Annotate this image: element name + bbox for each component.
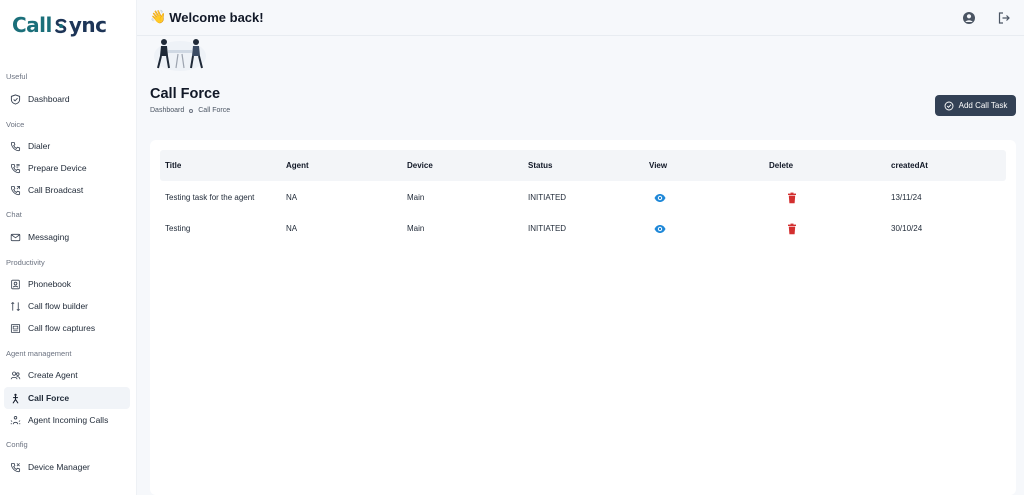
breadcrumb-separator-icon (189, 108, 194, 113)
header-illustration (152, 36, 208, 72)
breadcrumb-item-dashboard[interactable]: Dashboard (150, 107, 184, 114)
cell-agent: NA (286, 193, 298, 202)
section-label-productivity: Productivity (6, 258, 45, 267)
add-task-icon (944, 101, 954, 110)
welcome-message: 👋 Welcome back! (150, 9, 264, 25)
column-header-view: View (649, 161, 668, 170)
logo-s-mark-icon (53, 16, 69, 34)
app-logo[interactable]: Call ync (12, 10, 107, 40)
cell-device: Main (407, 224, 425, 233)
logo-text-sync: ync (68, 13, 107, 37)
sidebar: Call ync Useful Dashboard Voice Dialer P… (0, 0, 137, 495)
sidebar-item-label: Call flow builder (28, 301, 88, 311)
section-label-voice: Voice (6, 120, 25, 129)
wave-icon: 👋 (150, 9, 167, 24)
cell-created-at: 13/11/24 (891, 193, 922, 202)
welcome-text: Welcome back! (169, 9, 264, 25)
breadcrumb-item-current: Call Force (198, 107, 231, 114)
section-label-agent-management: Agent management (6, 349, 72, 358)
column-header-created-at: createdAt (891, 161, 928, 170)
column-header-device: Device (407, 161, 433, 170)
agents-icon (9, 369, 21, 381)
section-label-useful: Useful (6, 72, 28, 81)
sidebar-item-prepare-device[interactable]: Prepare Device (4, 157, 130, 179)
view-eye-icon[interactable] (654, 222, 666, 234)
cell-title: Testing task for the agent (165, 193, 255, 202)
section-label-chat: Chat (6, 210, 22, 219)
column-header-title: Title (165, 161, 182, 170)
sidebar-item-label: Prepare Device (28, 163, 87, 173)
flow-icon (9, 300, 21, 312)
person-force-icon (9, 392, 21, 404)
sidebar-item-agent-incoming-calls[interactable]: Agent Incoming Calls (4, 409, 130, 431)
sidebar-item-phonebook[interactable]: Phonebook (4, 273, 130, 295)
shield-check-icon (9, 93, 21, 105)
cell-title: Testing (165, 224, 191, 233)
capture-icon (9, 322, 21, 334)
sidebar-item-label: Call Broadcast (28, 185, 84, 195)
breadcrumb: Dashboard Call Force (150, 107, 230, 114)
sidebar-item-messaging[interactable]: Messaging (4, 226, 130, 248)
phone-icon (9, 140, 21, 152)
sidebar-item-label: Dashboard (28, 94, 70, 104)
add-call-task-button[interactable]: Add Call Task (935, 95, 1016, 116)
phone-device-icon (9, 461, 21, 473)
section-label-config: Config (6, 440, 28, 449)
cell-agent: NA (286, 224, 298, 233)
sidebar-item-dialer[interactable]: Dialer (4, 135, 130, 157)
cell-device: Main (407, 193, 425, 202)
sidebar-item-label: Phonebook (28, 279, 72, 289)
sidebar-item-device-manager[interactable]: Device Manager (4, 456, 130, 478)
column-header-status: Status (528, 161, 553, 170)
sidebar-item-create-agent[interactable]: Create Agent (4, 364, 130, 386)
table-header: Title Agent Device Status View Delete cr… (160, 150, 1006, 181)
delete-trash-icon[interactable] (786, 222, 798, 235)
page-title: Call Force (150, 86, 221, 102)
view-eye-icon[interactable] (654, 191, 666, 203)
sidebar-item-call-flow-captures[interactable]: Call flow captures (4, 317, 130, 339)
phone-config-icon (9, 162, 21, 174)
sidebar-item-label: Agent Incoming Calls (28, 415, 109, 425)
sidebar-item-label: Call flow captures (28, 323, 96, 333)
column-header-agent: Agent (286, 161, 309, 170)
sidebar-item-label: Device Manager (28, 462, 90, 472)
cell-created-at: 30/10/24 (891, 224, 923, 233)
sidebar-item-label: Call Force (28, 393, 70, 403)
phone-broadcast-icon (9, 184, 21, 196)
add-call-task-label: Add Call Task (958, 101, 1008, 110)
logout-icon[interactable] (997, 11, 1011, 25)
user-account-icon[interactable] (962, 11, 976, 25)
sidebar-item-label: Create Agent (28, 370, 78, 380)
logo-text-call: Call (12, 13, 52, 37)
delete-trash-icon[interactable] (786, 191, 798, 204)
cell-status: INITIATED (528, 193, 567, 202)
sidebar-item-dashboard[interactable]: Dashboard (4, 88, 130, 110)
table-row: Testing NA Main INITIATED 30/10/24 (160, 213, 1006, 243)
incoming-icon (9, 414, 21, 426)
cell-status: INITIATED (528, 224, 567, 233)
table-row: Testing task for the agent NA Main INITI… (160, 182, 1006, 212)
sidebar-item-label: Messaging (28, 232, 70, 242)
column-header-delete: Delete (769, 161, 794, 170)
mail-icon (9, 231, 21, 243)
sidebar-item-call-broadcast[interactable]: Call Broadcast (4, 179, 130, 201)
sidebar-item-call-force[interactable]: Call Force (4, 387, 130, 409)
phonebook-icon (9, 278, 21, 290)
sidebar-item-call-flow-builder[interactable]: Call flow builder (4, 295, 130, 317)
sidebar-item-label: Dialer (28, 141, 51, 151)
call-force-table-card: Title Agent Device Status View Delete cr… (150, 140, 1016, 495)
top-bar: 👋 Welcome back! (137, 0, 1024, 36)
